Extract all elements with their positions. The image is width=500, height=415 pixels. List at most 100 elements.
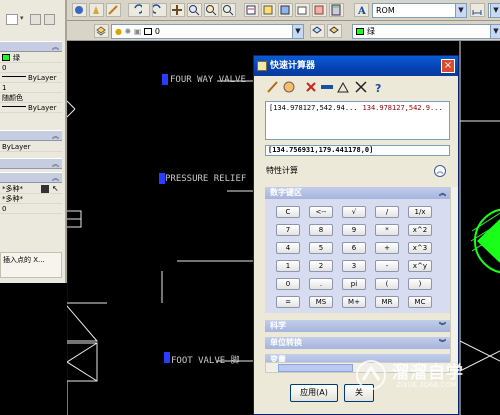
- key-button[interactable]: C: [276, 206, 300, 218]
- key-button[interactable]: 0: [276, 278, 300, 290]
- chevron-down-icon[interactable]: ▾: [20, 14, 24, 22]
- pan-icon[interactable]: [89, 3, 104, 17]
- key-button[interactable]: +: [375, 242, 399, 254]
- drawing-label[interactable]: PRESSURE RELIEF: [165, 174, 246, 184]
- quick-select-icon[interactable]: [30, 14, 41, 25]
- key-button[interactable]: MR: [375, 296, 399, 308]
- key-button[interactable]: *: [375, 224, 399, 236]
- view-group-header[interactable]: ︽: [0, 158, 62, 169]
- selection-grip[interactable]: [164, 352, 170, 363]
- select-objects-icon[interactable]: [44, 14, 55, 25]
- redo-icon[interactable]: [152, 3, 167, 17]
- markup-icon[interactable]: [312, 3, 327, 17]
- key-button[interactable]: x^y: [408, 260, 432, 272]
- number-pad-header[interactable]: 数字键区 ︽: [265, 187, 450, 199]
- tool-palettes-icon[interactable]: [278, 3, 293, 17]
- color-control-select[interactable]: 绿 ▼: [352, 24, 500, 39]
- chevron-up-icon[interactable]: ︽: [434, 165, 446, 177]
- chevron-up-icon[interactable]: ︽: [52, 131, 59, 141]
- calc-input-box[interactable]: [134.756931,179.441178,0]: [265, 145, 450, 156]
- paste-to-command-line-icon[interactable]: [304, 80, 318, 94]
- history-area[interactable]: [134.978127,542.94... 134.978127,542.9...: [265, 101, 450, 140]
- key-button[interactable]: MC: [408, 296, 432, 308]
- design-center-icon[interactable]: [261, 3, 276, 17]
- chevron-down-icon[interactable]: ︾: [439, 337, 446, 349]
- units-section-header[interactable]: 单位转换 ︾: [265, 337, 450, 349]
- key-button[interactable]: 1: [276, 260, 300, 272]
- key-button[interactable]: 3: [342, 260, 366, 272]
- help-icon[interactable]: ?: [372, 80, 386, 95]
- layer-previous-icon[interactable]: [327, 24, 342, 38]
- key-button[interactable]: .: [309, 278, 333, 290]
- key-button[interactable]: √: [342, 206, 366, 218]
- key-button[interactable]: 6: [342, 242, 366, 254]
- layer-manager-icon[interactable]: [94, 24, 109, 38]
- prop-multi-2[interactable]: *多种*: [0, 194, 62, 204]
- text-style-icon[interactable]: A: [354, 3, 369, 17]
- key-button[interactable]: 8: [309, 224, 333, 236]
- scrollbar-thumb[interactable]: [278, 364, 353, 372]
- dimension-style-icon[interactable]: [470, 3, 485, 17]
- prop-plot-style[interactable]: 随颜色: [0, 93, 62, 103]
- dialog-title-bar[interactable]: 快速计算器: [254, 56, 458, 76]
- pencil-icon[interactable]: [106, 3, 121, 17]
- apply-button[interactable]: 应用(A): [290, 384, 338, 402]
- intersection-icon[interactable]: [354, 80, 368, 94]
- chevron-up-icon[interactable]: ︽: [439, 187, 446, 199]
- realtime-pan-icon[interactable]: [170, 3, 185, 17]
- selection-list[interactable]: [6, 14, 18, 25]
- chevron-down-icon[interactable]: ▼: [490, 25, 500, 38]
- scientific-section-header[interactable]: 科学 ︾: [265, 320, 450, 332]
- clear-icon[interactable]: [266, 80, 280, 94]
- dimension-style-select[interactable]: ▼: [488, 3, 500, 18]
- prop-linetype[interactable]: ByLayer: [0, 73, 62, 83]
- quick-calc-icon[interactable]: [329, 3, 344, 17]
- key-button[interactable]: 4: [276, 242, 300, 254]
- drawing-label[interactable]: FOOT VALVE 脚: [171, 353, 240, 366]
- chevron-down-icon[interactable]: ︾: [439, 320, 446, 332]
- layer-select[interactable]: ● ✺ ▣ 0 ▼: [111, 24, 304, 39]
- key-button[interactable]: 7: [276, 224, 300, 236]
- key-button[interactable]: 1/x: [408, 206, 432, 218]
- prop-lineweight[interactable]: ByLayer: [0, 103, 62, 113]
- properties-icon[interactable]: [244, 3, 259, 17]
- drawing-label[interactable]: FOUR WAY VALVE: [170, 75, 246, 85]
- chevron-down-icon[interactable]: ▼: [455, 4, 466, 17]
- close-icon[interactable]: ×: [441, 59, 455, 73]
- key-button[interactable]: <--: [309, 206, 333, 218]
- key-button[interactable]: x^2: [408, 224, 432, 236]
- prop-linetype-scale[interactable]: 1: [0, 83, 62, 93]
- prop-layer[interactable]: 0: [0, 63, 62, 73]
- vertical-scrollbar[interactable]: [450, 187, 458, 362]
- zoom-realtime-icon[interactable]: [187, 3, 202, 17]
- prop-value-0[interactable]: 0: [0, 204, 62, 214]
- sheet-set-icon[interactable]: [295, 3, 310, 17]
- chevron-up-icon[interactable]: ︽: [52, 159, 59, 169]
- chevron-down-icon[interactable]: ▼: [292, 25, 303, 38]
- key-button[interactable]: /: [375, 206, 399, 218]
- key-button[interactable]: 2: [309, 260, 333, 272]
- key-button[interactable]: (: [375, 278, 399, 290]
- angle-between-lines-icon[interactable]: [336, 80, 350, 94]
- undo-icon[interactable]: ▾: [128, 3, 150, 17]
- misc-group-header[interactable]: ︽: [0, 172, 62, 183]
- prop-color[interactable]: 绿: [0, 53, 62, 63]
- key-button[interactable]: ): [408, 278, 432, 290]
- key-button[interactable]: -: [375, 260, 399, 272]
- key-button[interactable]: M+: [342, 296, 366, 308]
- make-current-layer-icon[interactable]: [310, 24, 325, 38]
- general-group-header[interactable]: ︽: [0, 41, 62, 52]
- zoom-window-icon[interactable]: [204, 3, 219, 17]
- prop-plot-style-2[interactable]: ByLayer: [0, 142, 62, 152]
- plot-group-header[interactable]: ︽: [0, 130, 62, 141]
- prop-multi-1[interactable]: *多种* ↖: [0, 184, 62, 194]
- key-button[interactable]: pi: [342, 278, 366, 290]
- key-button[interactable]: MS: [309, 296, 333, 308]
- clear-history-icon[interactable]: [282, 80, 296, 94]
- selection-grip[interactable]: [162, 74, 168, 85]
- key-button[interactable]: x^3: [408, 242, 432, 254]
- key-button[interactable]: =: [276, 296, 300, 308]
- key-button[interactable]: 5: [309, 242, 333, 254]
- chevron-up-icon[interactable]: ︽: [52, 42, 59, 52]
- text-style-select[interactable]: ROM ▼: [372, 3, 467, 18]
